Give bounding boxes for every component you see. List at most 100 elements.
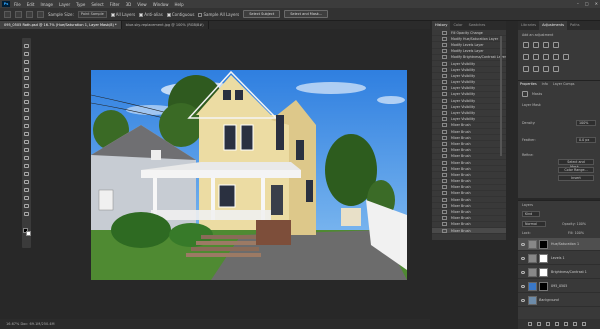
history-scrollbar[interactable] <box>500 36 502 156</box>
tab-properties[interactable]: Properties <box>520 82 537 86</box>
color-range-button[interactable]: Color Range... <box>558 167 594 173</box>
tab-color[interactable]: Color <box>450 21 465 30</box>
new-selection-icon[interactable] <box>15 10 22 18</box>
folder-icon[interactable] <box>564 322 568 326</box>
menu-item-type[interactable]: Type <box>76 2 85 7</box>
tab-history[interactable]: History <box>432 21 451 30</box>
link-icon[interactable] <box>528 322 532 326</box>
vibrance-icon[interactable] <box>523 54 529 60</box>
background-color-swatch[interactable] <box>26 231 31 236</box>
layer-row[interactable]: Brightness/Contrast 1 <box>518 266 600 279</box>
exposure-icon[interactable] <box>553 42 559 48</box>
contiguous-checkbox[interactable]: Contiguous <box>166 12 194 17</box>
add-mask-icon[interactable] <box>546 322 550 326</box>
move-tool-icon[interactable] <box>24 44 29 48</box>
layer-row[interactable]: 095_0505 <box>518 280 600 293</box>
minimize-icon[interactable]: – <box>577 1 579 6</box>
gradient-tool-icon[interactable] <box>24 140 29 144</box>
eye-icon[interactable] <box>521 298 525 302</box>
threshold-icon[interactable] <box>543 66 549 72</box>
tab-swatches[interactable]: Swatches <box>466 21 489 30</box>
fill-field[interactable]: Fill: 100% <box>568 231 584 235</box>
clone-stamp-tool-icon[interactable] <box>24 116 29 120</box>
magic-wand-tool-icon[interactable] <box>24 68 29 72</box>
layer-row[interactable]: Hue/Saturation 1 <box>518 238 600 251</box>
select-and-mask-button[interactable]: Select and Mask... <box>284 10 329 18</box>
menu-item-help[interactable]: Help <box>174 2 183 7</box>
kind-filter-select[interactable]: Kind <box>522 211 540 217</box>
tab-layer-comps[interactable]: Layer Comps <box>553 82 575 86</box>
sample-all-layers-checkbox[interactable]: Sample All Layers <box>198 12 239 17</box>
edit-toolbar-icon[interactable] <box>24 212 29 216</box>
history-item[interactable]: Mixer Brush <box>432 228 506 235</box>
eye-icon[interactable] <box>521 270 525 274</box>
dodge-tool-icon[interactable] <box>24 156 29 160</box>
crop-tool-icon[interactable] <box>24 76 29 80</box>
marquee-tool-icon[interactable] <box>24 52 29 56</box>
pixel-mask-icon[interactable] <box>522 91 528 97</box>
menu-item-view[interactable]: View <box>137 2 147 7</box>
layer-mask-thumbnail[interactable] <box>539 253 548 263</box>
select-subject-button[interactable]: Select Subject <box>243 10 281 18</box>
pen-tool-icon[interactable] <box>24 164 29 168</box>
healing-brush-tool-icon[interactable] <box>24 100 29 104</box>
opacity-field[interactable]: Opacity: 100% <box>562 222 586 226</box>
levels-icon[interactable] <box>533 42 539 48</box>
black-white-icon[interactable] <box>553 54 559 60</box>
menu-item-file[interactable]: File <box>14 2 21 7</box>
hand-tool-icon[interactable] <box>24 196 29 200</box>
brush-tool-icon[interactable] <box>24 108 29 112</box>
eye-icon[interactable] <box>521 242 525 246</box>
menu-item-3d[interactable]: 3D <box>126 2 132 7</box>
menu-item-layer[interactable]: Layer <box>59 2 70 7</box>
tab-adjustments[interactable]: Adjustments <box>539 21 568 30</box>
tab-info[interactable]: Info <box>542 82 548 86</box>
layer-row[interactable]: Levels 1 <box>518 252 600 265</box>
eye-icon[interactable] <box>521 256 525 260</box>
eyedropper-tool-icon[interactable] <box>24 92 29 96</box>
tab-document-2[interactable]: blue-sky-replacement.jpg @ 100% (RGB/8#) <box>122 21 209 29</box>
trash-icon[interactable] <box>582 322 586 326</box>
tab-document-1[interactable]: 095_0505 Roth.psd @ 16.7% (Hue/Saturatio… <box>0 21 122 29</box>
maximize-icon[interactable]: □ <box>585 1 589 6</box>
fx-icon[interactable] <box>537 322 541 326</box>
subtract-selection-icon[interactable] <box>37 10 44 18</box>
anti-alias-checkbox[interactable]: Anti-alias <box>139 12 163 17</box>
type-tool-icon[interactable] <box>24 172 29 176</box>
hue-saturation-icon[interactable] <box>533 54 539 60</box>
layer-mask-thumbnail[interactable] <box>539 267 548 277</box>
tool-preset-icon[interactable] <box>4 10 11 18</box>
sample-size-select[interactable]: Point Sample <box>77 10 107 18</box>
blur-tool-icon[interactable] <box>24 148 29 152</box>
density-field[interactable]: 100% <box>576 120 596 126</box>
layer-row[interactable]: Background <box>518 294 600 307</box>
tab-libraries[interactable]: Libraries <box>518 21 539 30</box>
layer-mask-thumbnail[interactable] <box>539 239 548 249</box>
select-and-mask-prop-button[interactable]: Select and Mask... <box>558 159 594 169</box>
layer-mask-thumbnail[interactable] <box>539 281 548 291</box>
menu-item-image[interactable]: Image <box>40 2 53 7</box>
history-brush-tool-icon[interactable] <box>24 124 29 128</box>
brightness-icon[interactable] <box>523 42 529 48</box>
menu-item-select[interactable]: Select <box>91 2 103 7</box>
gradient-map-icon[interactable] <box>553 66 559 72</box>
curves-icon[interactable] <box>543 42 549 48</box>
zoom-tool-icon[interactable] <box>24 204 29 208</box>
new-layer-icon[interactable] <box>573 322 577 326</box>
menu-item-window[interactable]: Window <box>153 2 169 7</box>
document-canvas[interactable] <box>91 70 407 280</box>
path-selection-tool-icon[interactable] <box>24 180 29 184</box>
invert-icon[interactable] <box>523 66 529 72</box>
rectangle-tool-icon[interactable] <box>24 188 29 192</box>
feather-field[interactable]: 0.0 px <box>576 137 596 143</box>
tolerance-field[interactable]: All Layers <box>110 12 135 17</box>
close-icon[interactable]: ✕ <box>595 1 598 6</box>
menu-item-edit[interactable]: Edit <box>27 2 35 7</box>
frame-tool-icon[interactable] <box>24 84 29 88</box>
color-balance-icon[interactable] <box>543 54 549 60</box>
photo-filter-icon[interactable] <box>563 54 569 60</box>
invert-button[interactable]: Invert <box>558 175 594 181</box>
blend-mode-select[interactable]: Normal <box>522 221 546 227</box>
eye-icon[interactable] <box>521 284 525 288</box>
lasso-tool-icon[interactable] <box>24 60 29 64</box>
